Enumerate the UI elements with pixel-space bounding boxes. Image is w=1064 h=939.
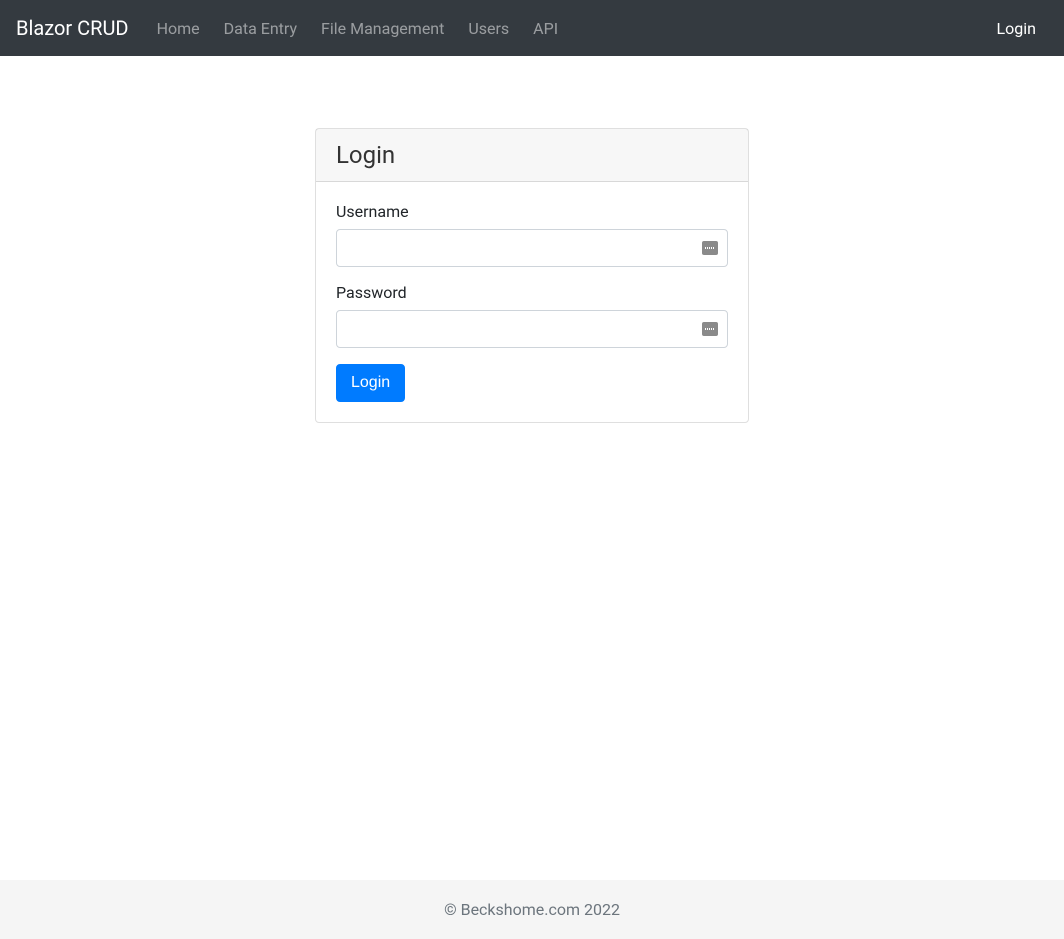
nav-link-file-management[interactable]: File Management (309, 11, 456, 46)
nav-link-home[interactable]: Home (145, 11, 212, 46)
navbar-nav: Home Data Entry File Management Users AP… (145, 19, 985, 38)
login-card: Login Username Password Login (315, 128, 749, 423)
username-input-wrapper (336, 229, 728, 267)
footer: © Beckshome.com 2022 (0, 880, 1064, 939)
password-group: Password (336, 283, 728, 348)
main-content: Login Username Password Login (0, 56, 1064, 880)
username-input[interactable] (336, 229, 728, 267)
navbar-brand[interactable]: Blazor CRUD (16, 16, 129, 40)
nav-link-users[interactable]: Users (456, 11, 521, 46)
password-input-wrapper (336, 310, 728, 348)
login-card-body: Username Password Login (316, 182, 748, 422)
password-input[interactable] (336, 310, 728, 348)
nav-link-data-entry[interactable]: Data Entry (212, 11, 309, 46)
login-card-title: Login (316, 129, 748, 182)
username-group: Username (336, 202, 728, 267)
nav-link-login[interactable]: Login (985, 11, 1048, 46)
navbar: Blazor CRUD Home Data Entry File Managem… (0, 0, 1064, 56)
nav-link-api[interactable]: API (521, 11, 570, 46)
footer-text: © Beckshome.com 2022 (444, 900, 620, 919)
login-button[interactable]: Login (336, 364, 405, 402)
username-label: Username (336, 202, 728, 221)
password-label: Password (336, 283, 728, 302)
